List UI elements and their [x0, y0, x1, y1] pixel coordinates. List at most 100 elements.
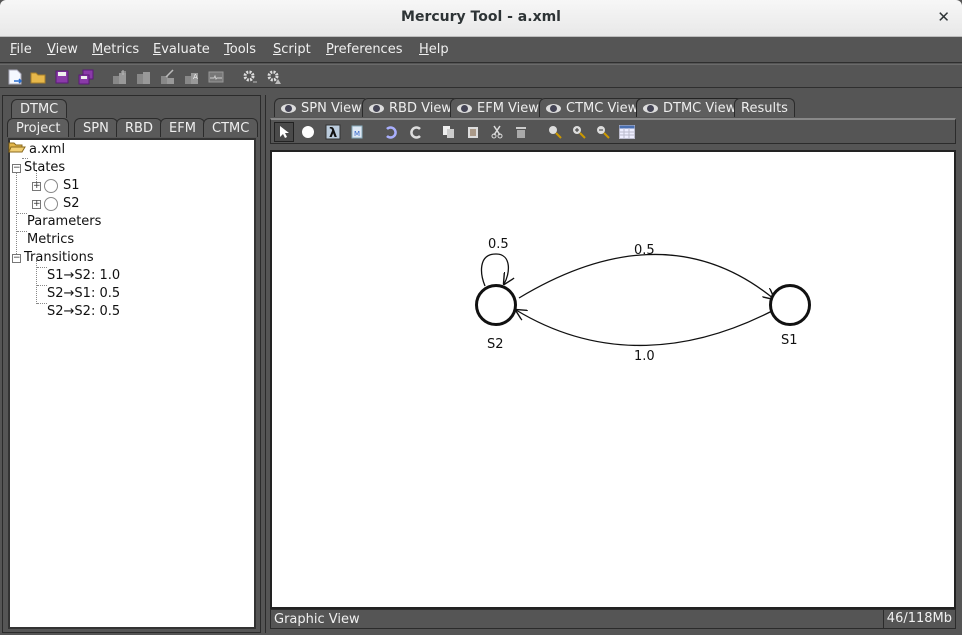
- paste-icon[interactable]: [463, 122, 483, 142]
- menu-preferences[interactable]: Preferences: [326, 42, 402, 57]
- menu-help[interactable]: Help: [419, 42, 449, 57]
- tree-node-states[interactable]: − States: [12, 159, 65, 177]
- tab-project[interactable]: Project: [7, 118, 70, 137]
- menu-metrics[interactable]: Metrics: [92, 42, 139, 57]
- zoom-out-icon[interactable]: [593, 122, 613, 142]
- module-info-icon[interactable]: A: [183, 68, 201, 85]
- tree-root[interactable]: a.xml: [8, 141, 65, 159]
- tree-node-transition[interactable]: S2→S1: 0.5: [47, 285, 120, 303]
- tree-node-metrics[interactable]: Metrics: [27, 231, 74, 249]
- menu-view[interactable]: View: [47, 42, 78, 57]
- status-bar: Graphic View 46/118Mb: [270, 609, 956, 629]
- tree-node-label: S1: [63, 178, 80, 193]
- tree-connector: [37, 267, 47, 268]
- tree-node-state-s1[interactable]: + S1: [32, 177, 80, 195]
- tab-ctmc[interactable]: CTMC: [203, 118, 259, 137]
- dtmc-graph[interactable]: 0.5 0.5 1.0 S2 S1: [272, 152, 954, 607]
- redo-icon[interactable]: [406, 122, 426, 142]
- menu-tools[interactable]: Tools: [224, 42, 256, 57]
- tab-efm[interactable]: EFM: [160, 118, 205, 137]
- copy-icon[interactable]: [439, 122, 459, 142]
- edge-s1-s2[interactable]: [516, 310, 773, 347]
- zoom-icon[interactable]: [545, 122, 565, 142]
- tree-node-transition[interactable]: S1→S2: 1.0: [47, 267, 120, 285]
- collapse-icon[interactable]: −: [12, 253, 21, 263]
- close-icon[interactable]: ✕: [937, 8, 950, 26]
- project-panel: DTMC Project SPN RBD EFM CTMC a.xml − St…: [2, 95, 261, 633]
- menu-mnemonic: P: [326, 42, 334, 57]
- tab-label: DTMC View: [663, 101, 737, 116]
- tab-dtmc-view[interactable]: DTMC View: [636, 98, 744, 117]
- tab-label: SPN View: [301, 101, 362, 116]
- edit-module-icon[interactable]: [159, 68, 177, 85]
- open-folder-icon[interactable]: [29, 68, 47, 85]
- expand-icon[interactable]: +: [32, 199, 41, 209]
- menu-label: ile: [16, 42, 32, 57]
- tab-results[interactable]: Results: [734, 98, 795, 117]
- save-all-icon[interactable]: [77, 68, 95, 85]
- edge-s2-s2[interactable]: [480, 253, 509, 286]
- svg-text:λ: λ: [329, 126, 337, 140]
- tree-node-label: S2→S2: 0.5: [47, 304, 121, 319]
- tree-node-transitions[interactable]: − Transitions: [12, 249, 94, 267]
- folder-open-icon: [8, 141, 26, 159]
- tree-connector: [37, 303, 47, 304]
- add-state-icon[interactable]: [298, 122, 318, 142]
- edge-s2-s1[interactable]: [518, 253, 774, 299]
- delete-icon[interactable]: [511, 122, 531, 142]
- tree-node-label: S1→S2: 1.0: [47, 268, 121, 283]
- settings-run-icon[interactable]: [241, 68, 259, 85]
- tab-rbd[interactable]: RBD: [116, 118, 162, 137]
- edge-label-s1-s2: 1.0: [634, 349, 655, 364]
- tab-ctmc-view[interactable]: CTMC View: [539, 98, 646, 117]
- tab-efm-view[interactable]: EFM View: [450, 98, 546, 117]
- edge-label-s2-s1: 0.5: [634, 243, 655, 258]
- collapse-icon[interactable]: −: [12, 163, 21, 173]
- tab-spn-view[interactable]: SPN View: [274, 98, 369, 117]
- select-pointer-icon[interactable]: [274, 122, 294, 142]
- eye-icon: [546, 104, 561, 113]
- lambda-icon[interactable]: λ: [323, 122, 343, 142]
- tab-spn[interactable]: SPN: [74, 118, 118, 137]
- state-node-s2[interactable]: [475, 284, 517, 326]
- menu-mnemonic: M: [92, 42, 104, 57]
- tab-rbd-view[interactable]: RBD View: [362, 98, 459, 117]
- table-icon[interactable]: [617, 122, 637, 142]
- undo-icon[interactable]: [381, 122, 401, 142]
- menu-evaluate[interactable]: Evaluate: [153, 42, 210, 57]
- tree-node-state-s2[interactable]: + S2: [32, 195, 80, 213]
- menu-file[interactable]: File: [10, 42, 32, 57]
- tab-label: EFM View: [477, 101, 539, 116]
- zoom-in-icon[interactable]: [569, 122, 589, 142]
- menu-bar: File View Metrics Evaluate Tools Script …: [0, 37, 962, 63]
- tree-connector: [17, 231, 27, 232]
- state-label-s2: S2: [487, 337, 504, 352]
- menu-mnemonic: E: [153, 42, 162, 57]
- menu-mnemonic: V: [47, 42, 56, 57]
- tree-node-label: Metrics: [27, 232, 75, 247]
- eye-icon: [281, 104, 296, 113]
- menu-script[interactable]: Script: [273, 42, 311, 57]
- state-node-s1[interactable]: [769, 284, 811, 326]
- tree-node-label: Transitions: [24, 250, 94, 265]
- svg-text:A: A: [193, 73, 198, 81]
- waveform-icon[interactable]: [207, 68, 225, 85]
- expand-icon[interactable]: +: [32, 181, 41, 191]
- add-module-icon[interactable]: [111, 68, 129, 85]
- tab-dtmc[interactable]: DTMC: [11, 99, 68, 118]
- edge-label-s2-s2: 0.5: [488, 237, 509, 252]
- graphic-canvas[interactable]: 0.5 0.5 1.0 S2 S1: [270, 150, 956, 609]
- tree-connector: [16, 164, 17, 258]
- metrics-doc-icon[interactable]: M: [347, 122, 367, 142]
- tree-node-transition[interactable]: S2→S2: 0.5: [47, 303, 120, 321]
- new-file-icon[interactable]: [6, 68, 24, 85]
- menu-label: iew: [55, 42, 78, 57]
- memory-usage: 46/118Mb: [882, 609, 955, 629]
- tree-node-parameters[interactable]: Parameters: [27, 213, 101, 231]
- settings-warning-icon[interactable]: [265, 68, 283, 85]
- save-icon[interactable]: [53, 68, 71, 85]
- cut-icon[interactable]: [487, 122, 507, 142]
- tree-node-label: S2→S1: 0.5: [47, 286, 121, 301]
- remove-module-icon[interactable]: [135, 68, 153, 85]
- menu-label: ools: [229, 42, 257, 57]
